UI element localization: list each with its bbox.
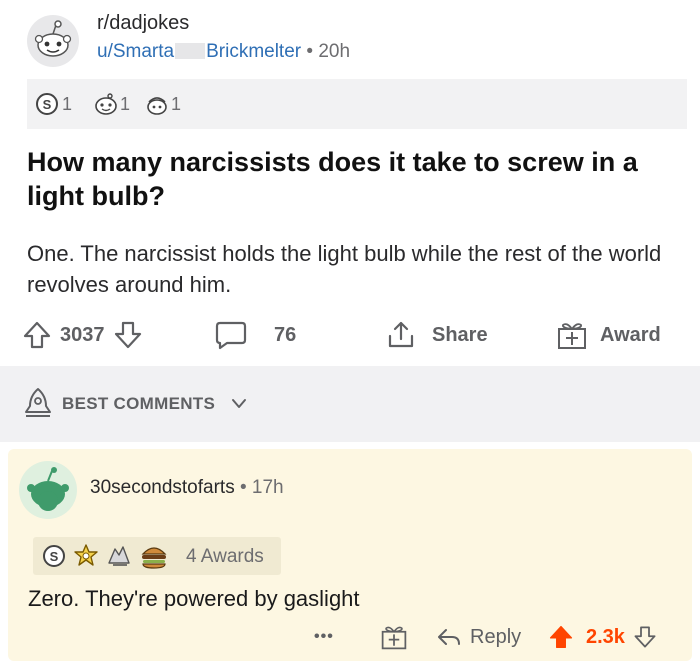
burger-award-icon [139,542,169,570]
comment-bubble-icon [214,319,248,351]
award-silver[interactable]: S 1 [35,92,72,116]
chevron-down-icon [230,397,248,411]
meta-separator: • [306,41,314,62]
award-label: Award [600,323,661,346]
redacted-block [175,43,206,59]
comment-card: 30secondstofarts • 17h S 4 Awards Zero. … [8,449,692,661]
award-count: 1 [171,93,182,114]
reply-arrow-icon [436,625,462,649]
vote-count: 3037 [60,323,105,346]
award-helpful[interactable]: 1 [145,92,181,116]
post-author-start[interactable]: u/Smarta [97,41,174,62]
post-title[interactable]: How many narcissists does it take to scr… [27,145,677,213]
reply-label: Reply [470,625,522,648]
comment-age: 17h [251,477,284,498]
vote-group: 3037 [22,313,143,357]
post-meta: u/Smarta Brickmelter • 20h [97,41,350,63]
gold-award-icon [73,543,99,569]
subreddit-avatar[interactable] [27,15,79,67]
comment-text: Zero. They're powered by gaslight [28,586,360,611]
comment-score: 2.3k [586,625,625,648]
sort-label: BEST COMMENTS [62,394,216,413]
more-options-button[interactable]: ••• [314,619,334,655]
meta-separator: • [239,477,247,498]
upvote-arrow-icon[interactable] [548,624,574,650]
post-actions: 3037 76 Share Award [0,313,700,357]
svg-text:S: S [50,549,59,564]
more-options-icon: ••• [314,628,334,645]
gift-icon [556,320,588,350]
comment-author[interactable]: 30secondstofarts [90,477,235,498]
silver-award-icon: S [42,544,66,568]
commenter-avatar[interactable] [19,461,77,519]
silver-award-icon: S [35,92,59,116]
downvote-arrow-icon[interactable] [633,624,657,650]
comment-sort-bar[interactable]: BEST COMMENTS [0,366,700,442]
post-author-end[interactable]: Brickmelter [206,41,301,62]
award-count: 1 [62,93,73,114]
comments-button[interactable]: 76 [214,313,296,357]
award-count: 1 [120,93,131,114]
reply-button[interactable]: Reply [436,619,521,655]
comment-meta: 30secondstofarts • 17h [90,477,284,499]
rocket-icon [22,386,54,420]
subreddit-name[interactable]: r/dadjokes [97,12,189,35]
svg-text:S: S [43,97,52,112]
share-label: Share [432,323,488,346]
comment-count: 76 [274,323,297,346]
post-card: r/dadjokes u/Smarta Brickmelter • 20h S 1… [0,0,700,366]
upvote-arrow-icon[interactable] [22,320,52,350]
post-awards-bar[interactable]: S 1 1 1 [27,79,687,129]
post-age: 20h [318,41,351,62]
comment-awards[interactable]: S 4 Awards [33,537,281,575]
share-button[interactable]: Share [386,313,488,357]
post-body: One. The narcissist holds the light bulb… [27,241,662,297]
take-my-energy-award-icon [105,543,133,569]
comment-vote-group: 2.3k [548,619,657,655]
comment-award-button[interactable] [380,619,408,655]
awards-count-label: 4 Awards [186,546,264,567]
gift-icon [380,623,408,651]
award-button[interactable]: Award [556,313,661,357]
helpful-award-icon [145,92,171,116]
downvote-arrow-icon[interactable] [113,320,143,350]
wholesome-award-icon [93,92,119,116]
award-wholesome[interactable]: 1 [93,92,130,116]
share-icon [386,320,416,350]
